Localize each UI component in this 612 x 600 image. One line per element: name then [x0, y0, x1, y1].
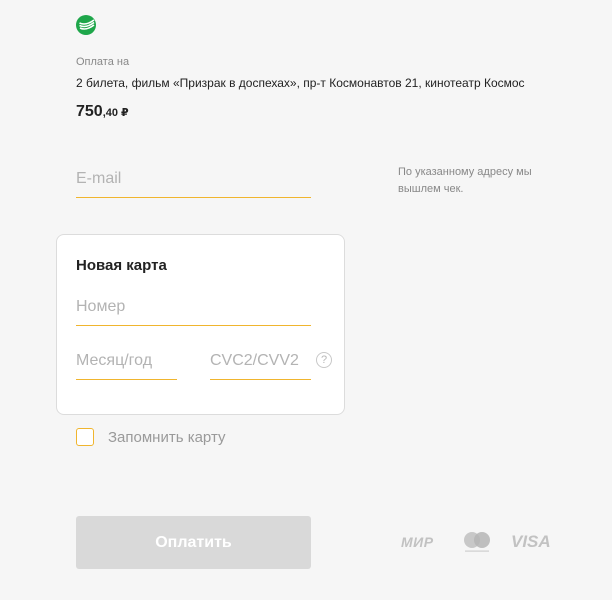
remember-card-toggle[interactable]: Запомнить карту — [76, 428, 225, 446]
email-hint: По указанному адресу мы вышлем чек. — [398, 166, 532, 195]
payment-amount: 750,40 ₽ — [76, 103, 129, 121]
email-field-wrapper — [76, 170, 311, 198]
card-title: Новая карта — [76, 257, 167, 274]
order-description: 2 билета, фильм «Призрак в доспехах», пр… — [76, 76, 525, 90]
email-field[interactable] — [76, 170, 311, 198]
card-number-wrapper — [76, 298, 311, 326]
question-icon[interactable]: ? — [316, 352, 332, 368]
remember-card-label: Запомнить карту — [108, 428, 226, 446]
card-number-input[interactable] — [76, 298, 311, 326]
sberbank-logo — [76, 15, 96, 35]
remember-card-checkbox[interactable] — [76, 428, 94, 446]
mastercard-icon — [464, 532, 490, 552]
amount-integer: 750 — [76, 103, 103, 120]
pay-button[interactable]: Оплатить — [76, 516, 311, 569]
pay-label: Оплата на — [76, 56, 130, 68]
expiry-wrapper — [76, 352, 177, 380]
mir-logo: МИР — [401, 534, 434, 550]
expiry-input[interactable] — [76, 352, 177, 380]
currency-sign: ₽ — [121, 107, 129, 119]
cvc-input[interactable] — [210, 352, 311, 380]
amount-fraction: ,40 — [102, 107, 118, 119]
cvc-wrapper — [210, 352, 311, 380]
visa-logo: VISA — [511, 532, 551, 551]
new-card-panel: Новая карта ? — [56, 234, 345, 415]
